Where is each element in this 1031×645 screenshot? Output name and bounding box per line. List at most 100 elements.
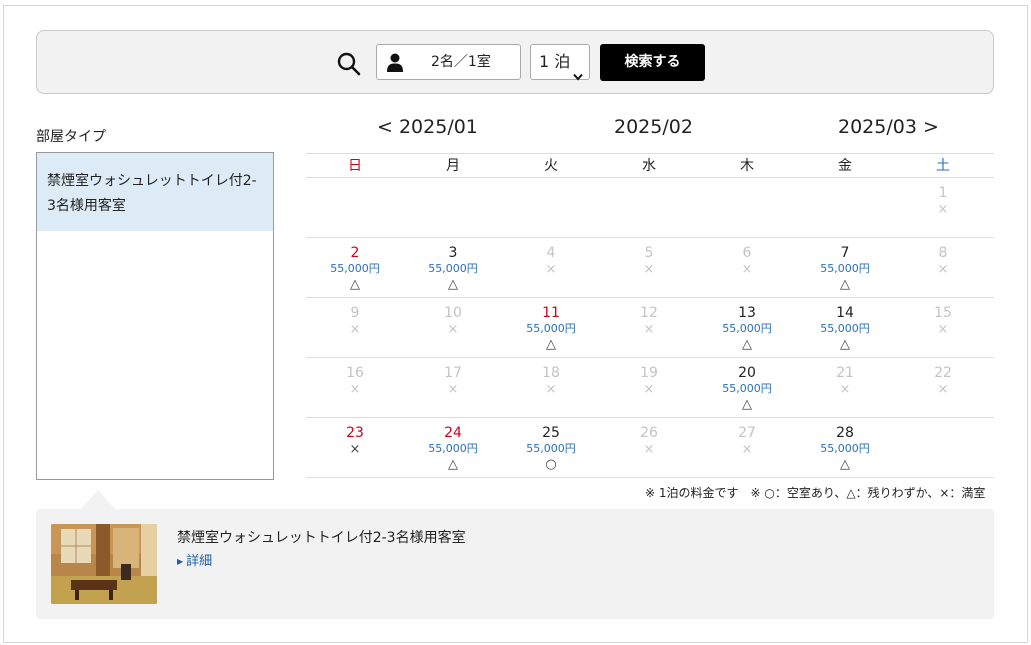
day-price: 55,000円 [820, 322, 870, 335]
availability-status: × [545, 262, 557, 277]
calendar-day-tue[interactable]: 11 55,000円 △ [502, 298, 600, 358]
weekday-header: 日 月 火 水 木 金 土 [306, 153, 994, 178]
calendar-day-fri[interactable]: 7 55,000円 △ [796, 238, 894, 298]
search-icon[interactable] [336, 51, 362, 77]
day-number: 4 [546, 245, 556, 261]
day-price: 55,000円 [722, 322, 772, 335]
current-month-label: 2025/02 [614, 116, 693, 138]
calendar-day-tue: 4 × [502, 238, 600, 298]
calendar-day-fri: 21 × [796, 358, 894, 418]
availability-status: △ [350, 277, 360, 292]
day-number: 6 [742, 245, 752, 261]
availability-status: × [937, 382, 949, 397]
calendar-day-tue: 18 × [502, 358, 600, 418]
availability-status: × [937, 262, 949, 277]
day-price: 55,000円 [820, 262, 870, 275]
day-number: 14 [836, 305, 854, 321]
calendar-week-row: 1 × [306, 178, 994, 238]
availability-status: × [937, 202, 949, 217]
calendar-day-mon [404, 178, 502, 238]
calendar-day-sun: 23 × [306, 418, 404, 478]
detail-link[interactable]: ▶ 詳細 [177, 550, 212, 569]
calendar-day-mon: 10 × [404, 298, 502, 358]
next-month-link[interactable]: 2025/03 > [838, 116, 939, 138]
day-price: 55,000円 [428, 262, 478, 275]
day-price: 55,000円 [820, 442, 870, 455]
availability-status: △ [742, 397, 752, 412]
day-number: 21 [836, 365, 854, 381]
search-bar: 2名／1室 1 泊 検索する [36, 30, 994, 94]
calendar-week-row: 16 × 17 × 18 × 19 × 20 55,000円 △ 21 × 22 × [306, 358, 994, 418]
calendar-day-mon[interactable]: 3 55,000円 △ [404, 238, 502, 298]
day-number: 12 [640, 305, 658, 321]
weekday-fri: 金 [838, 158, 852, 174]
day-number: 9 [350, 305, 360, 321]
calendar-day-fri [796, 178, 894, 238]
room-thumbnail[interactable] [51, 524, 157, 604]
day-number: 10 [444, 305, 462, 321]
day-price: 55,000円 [722, 382, 772, 395]
availability-status: × [545, 382, 557, 397]
day-price: 55,000円 [526, 442, 576, 455]
calendar-week-row: 2 55,000円 △ 3 55,000円 △ 4 × 5 × 6 × 7 55,000円 △ 8 × [306, 238, 994, 298]
room-type-heading: 部屋タイプ [36, 129, 106, 145]
calendar-day-sat: 15 × [894, 298, 992, 358]
day-number: 11 [542, 305, 560, 321]
day-price: 55,000円 [428, 442, 478, 455]
weekday-mon: 月 [446, 158, 460, 174]
availability-status: × [349, 442, 361, 457]
prev-month-link[interactable]: < 2025/01 [377, 116, 478, 138]
availability-legend: ※ 1泊の料金です ※ ○：空室あり、△：残りわずか、×：満室 [645, 486, 986, 500]
guest-count-label: 2名／1室 [431, 54, 491, 70]
calendar-day-thu[interactable]: 13 55,000円 △ [698, 298, 796, 358]
calendar-day-sat: 1 × [894, 178, 992, 238]
availability-status: △ [840, 337, 850, 352]
detail-pointer [80, 490, 116, 510]
calendar-day-wed: 19 × [600, 358, 698, 418]
calendar-day-sat [894, 418, 992, 478]
day-number: 3 [448, 245, 458, 261]
day-number: 26 [640, 425, 658, 441]
search-button[interactable]: 検索する [600, 44, 705, 81]
availability-status: × [741, 262, 753, 277]
day-number: 16 [346, 365, 364, 381]
availability-status: × [643, 262, 655, 277]
detail-link-label: 詳細 [186, 554, 213, 569]
day-price: 55,000円 [330, 262, 380, 275]
calendar-day-sun [306, 178, 404, 238]
day-number: 24 [444, 425, 462, 441]
nights-value: 1 泊 [539, 52, 571, 71]
availability-status: × [447, 322, 459, 337]
calendar-day-fri[interactable]: 14 55,000円 △ [796, 298, 894, 358]
day-number: 1 [938, 185, 948, 201]
guest-room-selector[interactable]: 2名／1室 [376, 44, 521, 80]
availability-status: △ [840, 457, 850, 472]
calendar-day-sun[interactable]: 2 55,000円 △ [306, 238, 404, 298]
weekday-thu: 木 [740, 158, 754, 174]
availability-status: × [643, 442, 655, 457]
calendar-day-mon[interactable]: 24 55,000円 △ [404, 418, 502, 478]
calendar-day-fri[interactable]: 28 55,000円 △ [796, 418, 894, 478]
availability-status: ○ [545, 457, 557, 472]
availability-status: × [349, 322, 361, 337]
room-type-item[interactable]: 禁煙室ウォシュレットトイレ付2-3名様用客室 [37, 153, 273, 231]
calendar-day-sun: 16 × [306, 358, 404, 418]
availability-status: × [447, 382, 459, 397]
calendar-day-tue[interactable]: 25 55,000円 ○ [502, 418, 600, 478]
weekday-sat: 土 [936, 158, 950, 174]
day-number: 18 [542, 365, 560, 381]
calendar-day-wed: 26 × [600, 418, 698, 478]
calendar-day-thu[interactable]: 20 55,000円 △ [698, 358, 796, 418]
availability-status: × [741, 442, 753, 457]
day-number: 28 [836, 425, 854, 441]
day-number: 7 [840, 245, 850, 261]
calendar-day-mon: 17 × [404, 358, 502, 418]
availability-status: △ [742, 337, 752, 352]
nights-select[interactable]: 1 泊 [530, 44, 590, 81]
availability-calendar: 日 月 火 水 木 金 土 1 × 2 55,000円 △ 3 55,000円 △ 4 × 5 × 6 ×… [306, 153, 994, 479]
availability-status: × [643, 322, 655, 337]
person-icon [387, 53, 403, 72]
calendar-day-wed [600, 178, 698, 238]
day-number: 17 [444, 365, 462, 381]
day-number: 8 [938, 245, 948, 261]
